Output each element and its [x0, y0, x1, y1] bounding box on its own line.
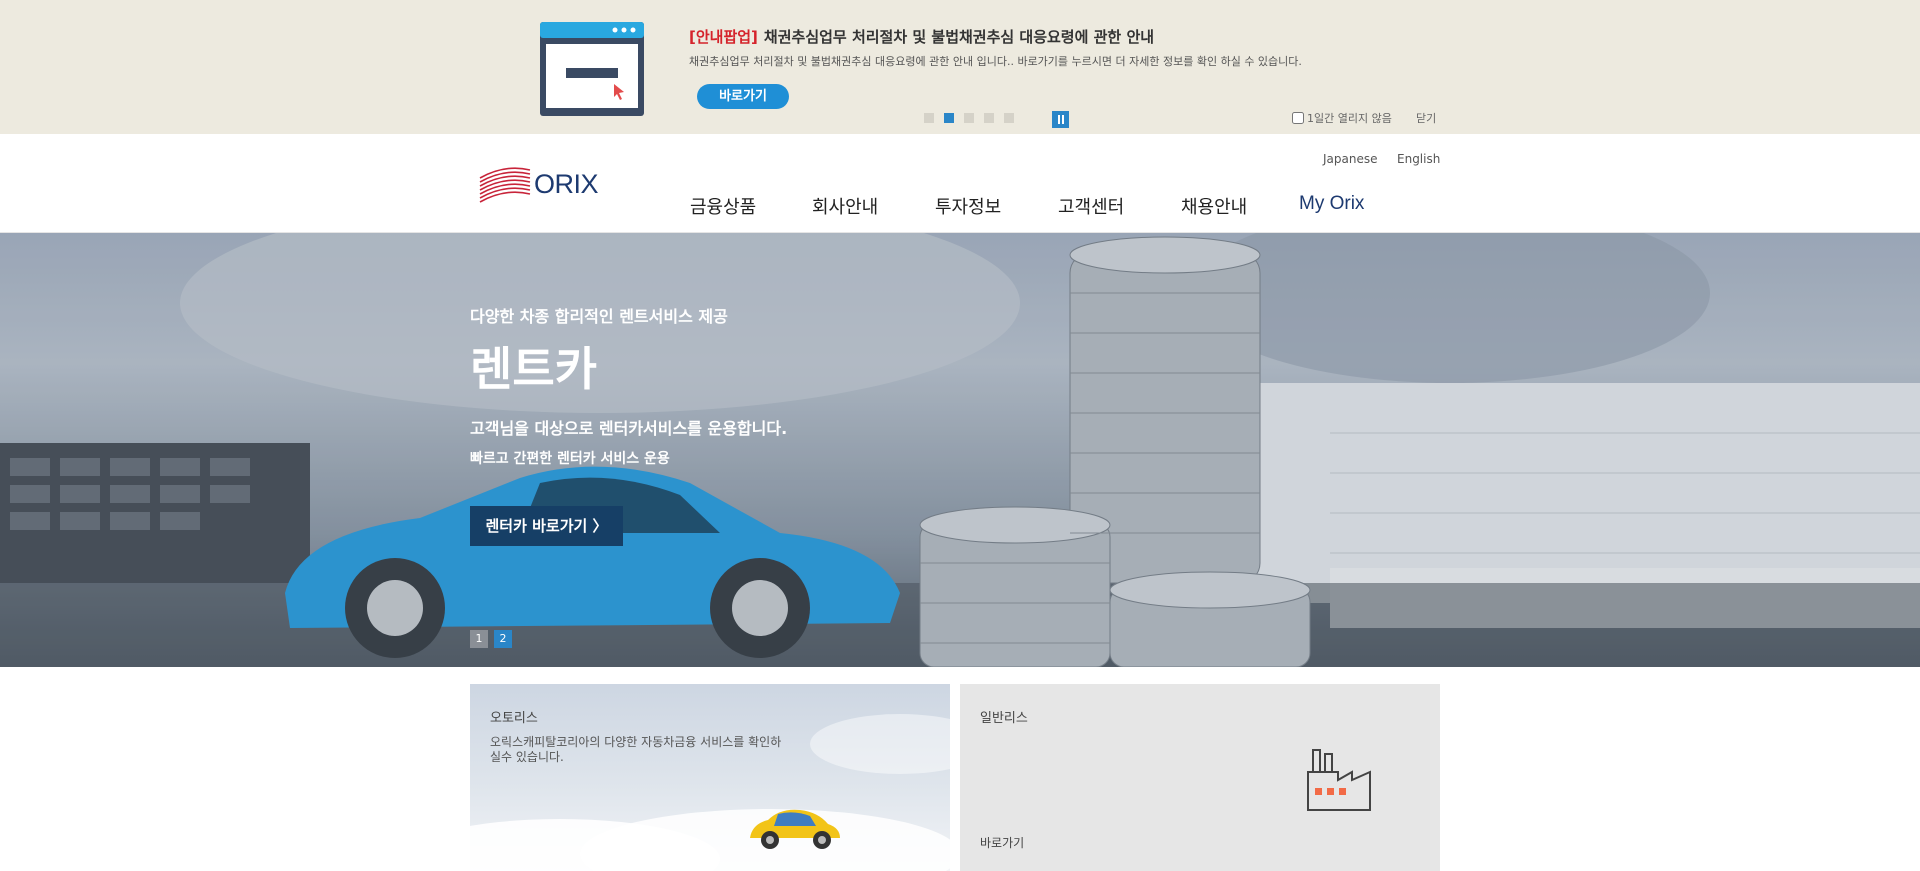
hero-subtitle: 고객님을 대상으로 렌터카서비스를 운용합니다.	[470, 419, 788, 438]
notice-dot-3[interactable]	[964, 113, 974, 123]
hero-page-1[interactable]: 1	[470, 630, 488, 648]
logo-text: ORIX	[534, 168, 599, 199]
lang-japanese-link[interactable]: Japanese	[1323, 152, 1378, 166]
notice-tag: [안내팝업]	[689, 28, 758, 46]
notice-dot-5[interactable]	[1004, 113, 1014, 123]
notice-pagination	[924, 113, 1014, 123]
card-description: 오릭스캐피탈코리아의 다양한 자동차금융 서비스를 확인하실수 있습니다.	[490, 735, 782, 764]
notice-hide-one-day[interactable]: 1일간 열리지 않음	[1292, 110, 1392, 126]
hero-pagination: 1 2	[470, 630, 512, 648]
yellow-car-icon	[750, 809, 840, 849]
orix-logo-mark-icon	[479, 167, 531, 203]
pause-icon[interactable]	[1052, 111, 1069, 128]
notice-go-button[interactable]: 바로가기	[697, 84, 789, 109]
browser-window-icon	[540, 22, 644, 116]
notice-hide-label: 1일간 열리지 않음	[1307, 112, 1392, 125]
hero-title: 렌트카	[470, 342, 597, 396]
nav-customer-center[interactable]: 고객센터	[1058, 193, 1124, 219]
notice-hide-checkbox[interactable]	[1292, 112, 1304, 124]
orix-logo[interactable]: ORIX	[478, 162, 599, 206]
lang-english-link[interactable]: English	[1397, 152, 1440, 166]
clouds-background-image	[470, 714, 950, 871]
factory-icon	[1307, 749, 1371, 811]
card-title: 오토리스	[490, 711, 538, 726]
nav-financial-products[interactable]: 금융상품	[690, 193, 756, 219]
nav-my-orix[interactable]: My Orix	[1299, 193, 1364, 215]
rentcar-go-button[interactable]: 렌터카 바로가기 〉	[470, 506, 623, 546]
notice-headline: [안내팝업] 채권추심업무 처리절차 및 불법채권추심 대응요령에 관한 안내	[689, 26, 1154, 47]
notice-dot-2[interactable]	[944, 113, 954, 123]
notice-title: 채권추심업무 처리절차 및 불법채권추심 대응요령에 관한 안내	[763, 28, 1155, 46]
nav-careers[interactable]: 채용안내	[1181, 193, 1247, 219]
general-lease-card[interactable]: 일반리스 바로가기	[960, 684, 1440, 871]
hero-background-image	[0, 233, 1920, 667]
hero-page-2[interactable]: 2	[494, 630, 512, 648]
hero-subtitle-2: 빠르고 간편한 렌터카 서비스 운용	[470, 451, 670, 467]
auto-lease-card[interactable]: 오토리스 오릭스캐피탈코리아의 다양한 자동차금융 서비스를 확인하실수 있습니…	[470, 684, 950, 871]
site-header: ORIX Japanese English 금융상품 회사안내 투자정보 고객센…	[0, 134, 1920, 233]
nav-company-info[interactable]: 회사안내	[812, 193, 878, 219]
general-lease-go-link[interactable]: 바로가기	[980, 834, 1024, 851]
card-title: 일반리스	[980, 711, 1028, 726]
notice-description: 채권추심업무 처리절차 및 불법채권추심 대응요령에 관한 안내 입니다.. 바…	[689, 55, 1302, 68]
notice-close-button[interactable]: 닫기	[1416, 110, 1436, 126]
notice-dot-1[interactable]	[924, 113, 934, 123]
notice-dot-4[interactable]	[984, 113, 994, 123]
notice-popup-banner: [안내팝업] 채권추심업무 처리절차 및 불법채권추심 대응요령에 관한 안내 채…	[0, 0, 1920, 134]
hero-eyebrow: 다양한 차종 합리적인 렌트서비스 제공	[470, 307, 728, 326]
hero-slider: 다양한 차종 합리적인 렌트서비스 제공 렌트카 고객님을 대상으로 렌터카서비…	[0, 233, 1920, 667]
nav-investor-info[interactable]: 투자정보	[935, 193, 1001, 219]
